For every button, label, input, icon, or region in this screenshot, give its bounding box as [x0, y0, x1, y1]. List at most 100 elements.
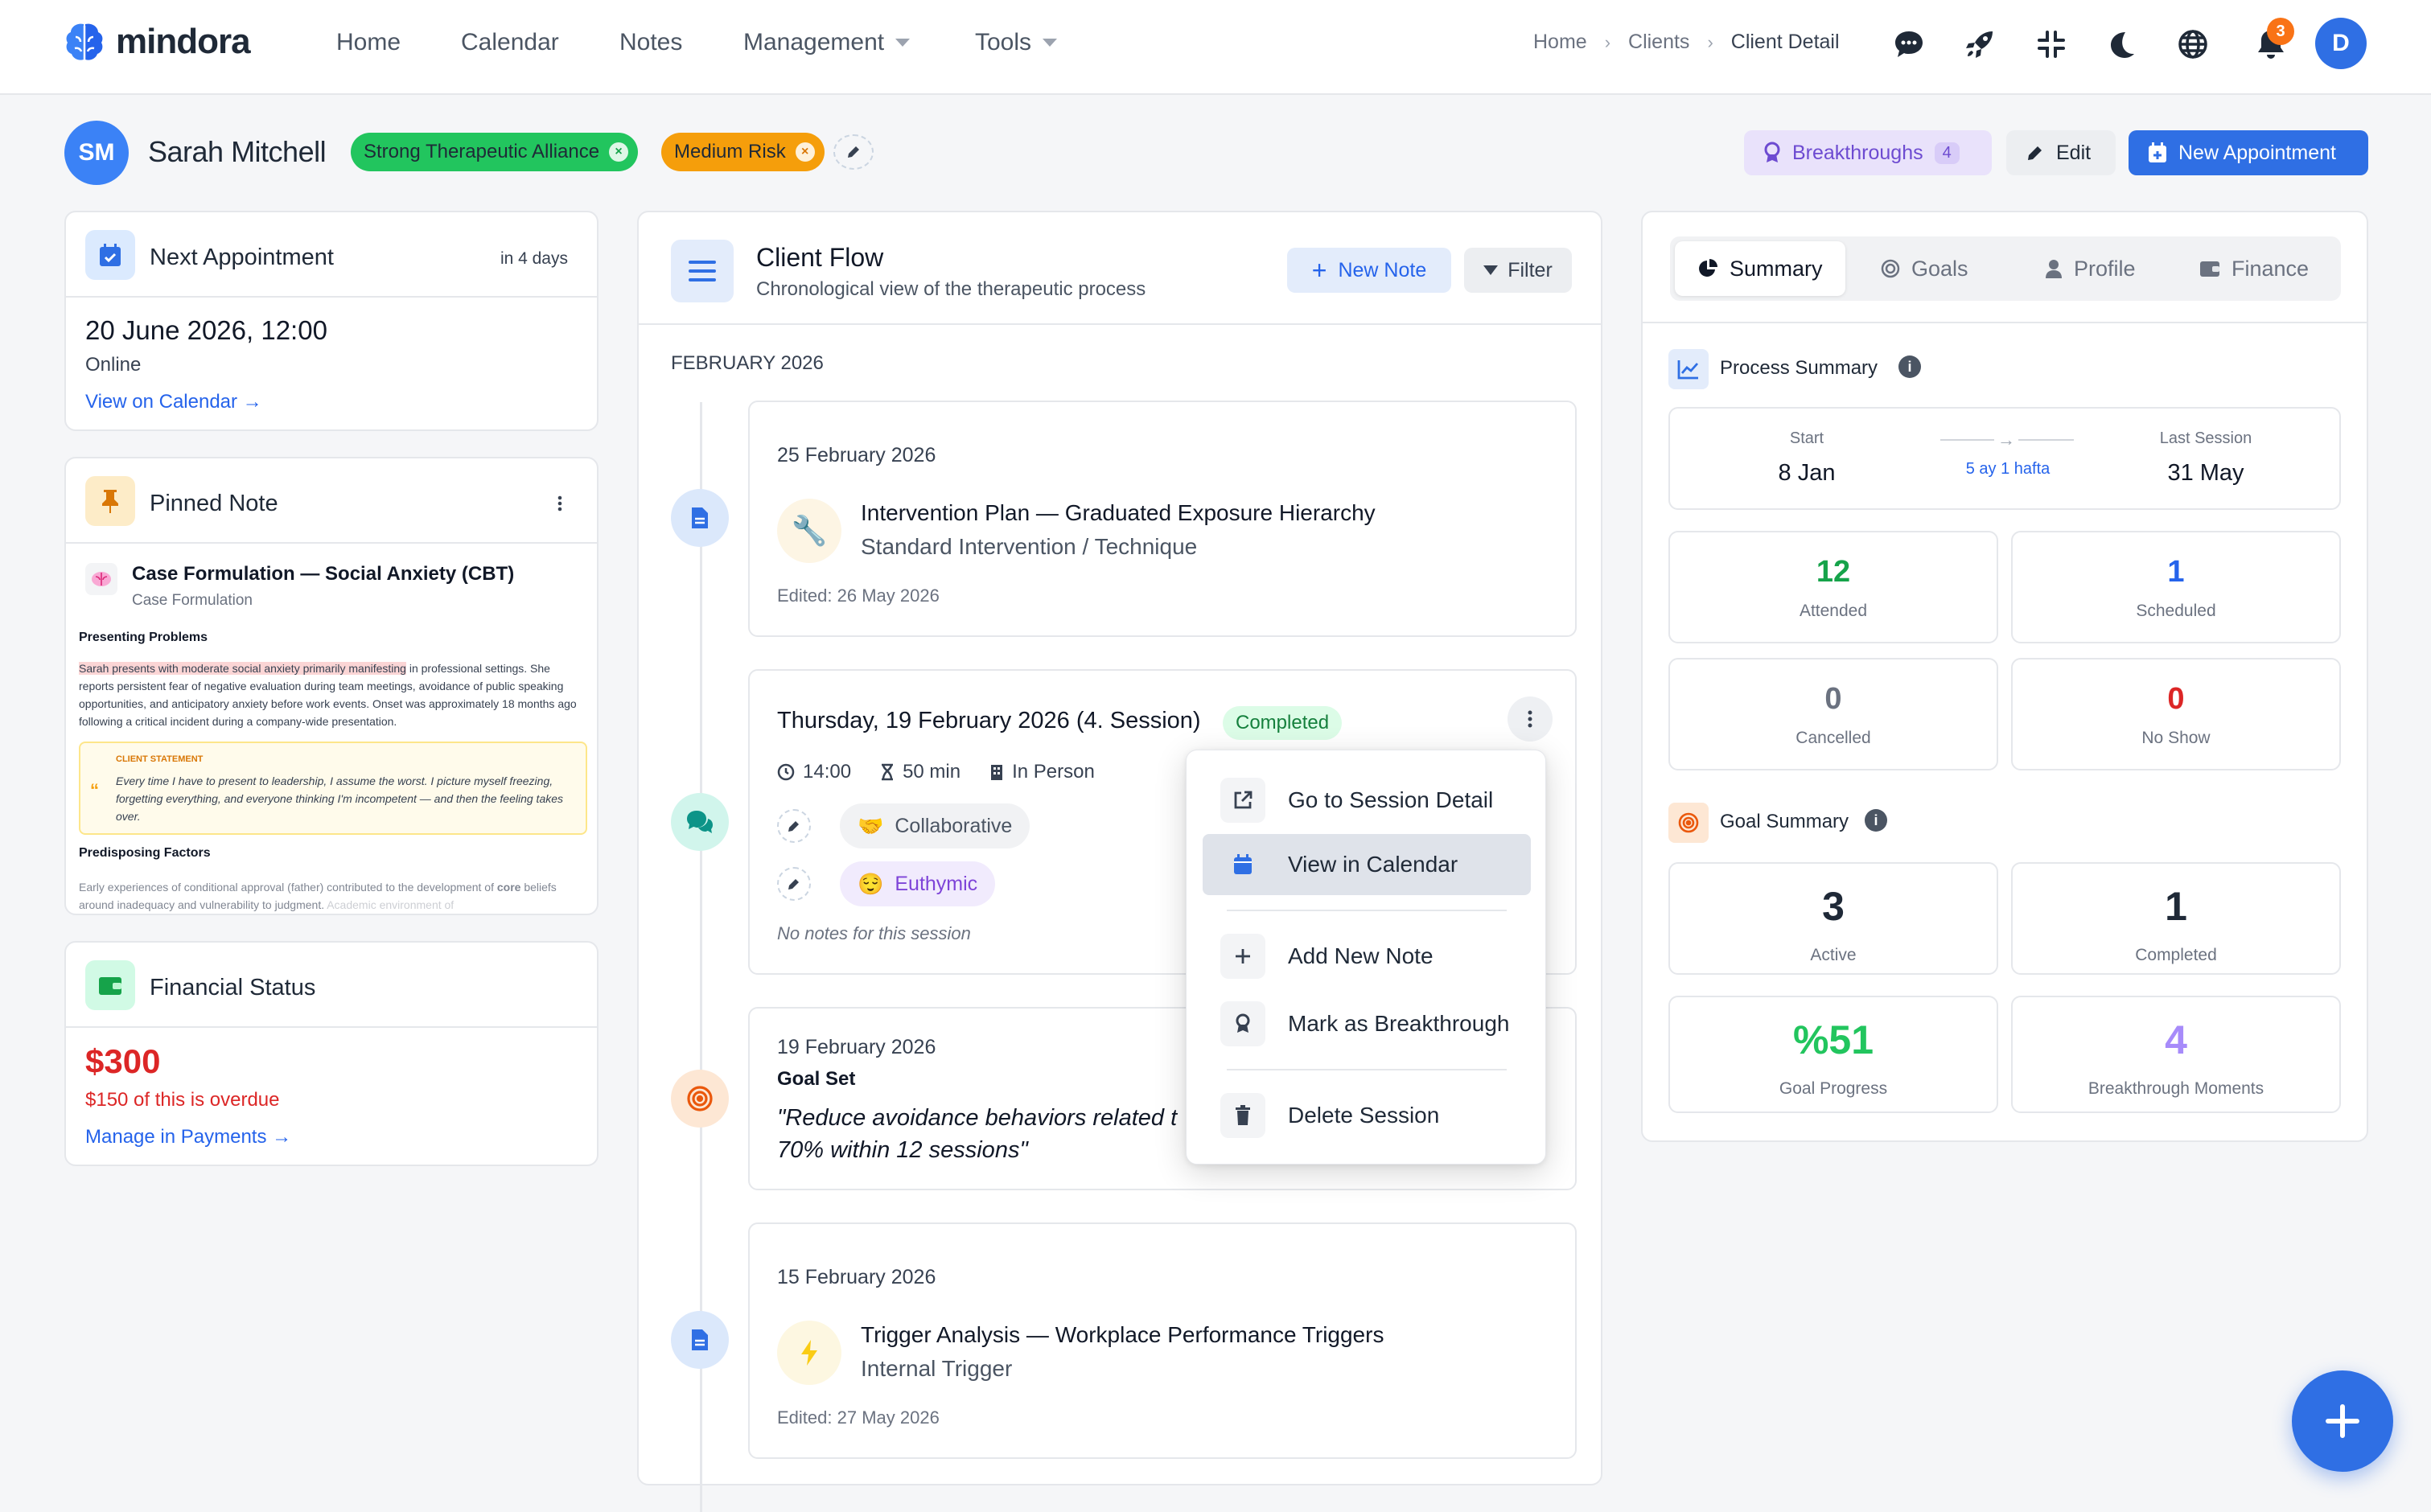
tag-risk[interactable]: Medium Risk × — [661, 133, 825, 171]
card-header — [66, 943, 597, 1028]
trash-icon — [1220, 1093, 1265, 1138]
alliance-pill: 🤝 Collaborative — [840, 803, 1030, 848]
pin-icon — [85, 476, 135, 526]
breakthroughs-button[interactable]: Breakthroughs 4 — [1744, 130, 1992, 175]
tab-summary[interactable]: Summary — [1675, 241, 1845, 296]
edit-mood-button[interactable] — [777, 867, 811, 901]
nav-notes[interactable]: Notes — [619, 29, 682, 56]
nav-calendar[interactable]: Calendar — [461, 29, 559, 56]
card-header — [66, 458, 597, 544]
stat-label: No Show — [2141, 729, 2211, 747]
stat-label: Scheduled — [2136, 602, 2216, 620]
goal-quote: "Reduce avoidance behaviors related t 70… — [777, 1102, 1177, 1166]
flow-item-date: 15 February 2026 — [777, 1266, 936, 1288]
stat-value: 1 — [2165, 884, 2187, 929]
client-flow-subtitle: Chronological view of the therapeutic pr… — [756, 278, 1146, 300]
external-link-icon — [1220, 778, 1265, 823]
edit-tags-button[interactable] — [833, 134, 874, 170]
close-icon[interactable]: × — [795, 142, 815, 162]
handshake-icon: 🤝 — [858, 813, 884, 838]
client-avatar: SM — [64, 121, 129, 185]
alliance-label: Collaborative — [895, 814, 1013, 837]
breadcrumb-current: Client Detail — [1730, 31, 1840, 53]
pinned-note-type: Case Formulation — [132, 592, 253, 609]
menu-item-label: Delete Session — [1288, 1103, 1440, 1128]
tag-label: Medium Risk — [674, 141, 786, 162]
nav-management-label: Management — [743, 29, 885, 55]
note-body-text: Early experiences of conditional approva… — [79, 881, 497, 894]
nav-home[interactable]: Home — [336, 29, 401, 56]
tag-label: Strong Therapeutic Alliance — [364, 141, 600, 162]
moon-icon[interactable] — [2103, 26, 2140, 63]
nav-tools[interactable]: Tools — [975, 29, 1058, 56]
new-appointment-button[interactable]: New Appointment — [2129, 130, 2368, 175]
stat-value: 12 — [1816, 555, 1851, 589]
goal-active: 3 Active — [1668, 862, 1998, 975]
more-vertical-icon[interactable] — [552, 494, 568, 513]
chat-icon[interactable] — [1890, 26, 1927, 63]
chevron-down-icon — [1043, 39, 1058, 47]
tab-profile[interactable]: Profile — [2022, 241, 2158, 296]
plus-icon — [2326, 1404, 2359, 1438]
client-flow-title: Client Flow — [756, 243, 884, 272]
edit-alliance-button[interactable] — [777, 809, 811, 843]
flow-item-subtitle: Internal Trigger — [861, 1356, 1013, 1381]
tab-label: Profile — [2074, 256, 2136, 281]
menu-item-go-to-session[interactable]: Go to Session Detail — [1203, 770, 1531, 831]
session-notes-empty: No notes for this session — [777, 923, 971, 943]
stat-label: Attended — [1799, 602, 1868, 620]
stat-label: Completed — [2135, 946, 2217, 964]
menu-divider — [1227, 910, 1507, 911]
note-body-text: Academic environment of — [327, 898, 455, 911]
flow-item-date: 19 February 2026 — [777, 1036, 936, 1058]
balance-amount: $300 — [85, 1042, 161, 1080]
info-icon[interactable]: i — [1898, 355, 1921, 378]
user-avatar[interactable]: D — [2315, 18, 2367, 69]
tab-goals[interactable]: Goals — [1858, 241, 1991, 296]
chevron-right-icon: › — [1604, 31, 1611, 52]
pencil-icon — [788, 879, 799, 890]
flow-item-intervention[interactable]: 25 February 2026 🔧 Intervention Plan — G… — [748, 401, 1577, 637]
breadcrumb-home[interactable]: Home — [1533, 31, 1587, 54]
stat-label: Goal Progress — [1779, 1079, 1888, 1098]
filter-button[interactable]: Filter — [1464, 248, 1572, 293]
stat-value: 4 — [2165, 1017, 2187, 1062]
document-icon — [671, 489, 729, 547]
floating-add-button[interactable] — [2292, 1370, 2393, 1472]
flow-item-trigger[interactable]: 15 February 2026 Trigger Analysis — Work… — [748, 1222, 1577, 1459]
breadcrumb: Home › Clients › Client Detail — [1533, 31, 1840, 54]
tag-therapeutic-alliance[interactable]: Strong Therapeutic Alliance × — [351, 133, 639, 171]
menu-item-add-note[interactable]: Add New Note — [1203, 926, 1531, 987]
target-icon — [1668, 803, 1709, 843]
menu-item-mark-breakthrough[interactable]: Mark as Breakthrough — [1203, 993, 1531, 1054]
tab-finance[interactable]: Finance — [2177, 241, 2331, 296]
menu-item-delete-session[interactable]: Delete Session — [1203, 1085, 1531, 1146]
new-note-button[interactable]: + New Note — [1287, 248, 1451, 293]
flow-item-edited: Edited: 27 May 2026 — [777, 1407, 940, 1428]
manage-payments-link[interactable]: Manage in Payments → — [85, 1126, 291, 1148]
stat-value: 0 — [2167, 682, 2185, 716]
user-icon — [2046, 260, 2062, 278]
globe-icon[interactable] — [2174, 26, 2211, 63]
edit-button[interactable]: Edit — [2006, 130, 2116, 175]
flow-item-title: Intervention Plan — Graduated Exposure H… — [861, 500, 1376, 525]
wallet-icon — [2200, 261, 2219, 277]
app-logo[interactable]: mindora — [64, 21, 251, 63]
plus-icon — [1220, 934, 1265, 979]
compress-icon[interactable] — [2033, 26, 2070, 63]
note-body-text: core — [496, 881, 521, 894]
breadcrumb-clients[interactable]: Clients — [1628, 31, 1689, 54]
nav-notes-label: Notes — [619, 29, 683, 55]
award-icon — [1220, 1001, 1265, 1046]
rocket-icon[interactable] — [1961, 26, 1998, 63]
edit-label: Edit — [2056, 141, 2092, 164]
nav-management[interactable]: Management — [743, 29, 911, 56]
close-icon[interactable]: × — [609, 142, 629, 162]
appointment-relative-time: in 4 days — [500, 249, 568, 268]
info-icon[interactable]: i — [1865, 809, 1887, 832]
menu-item-view-calendar[interactable]: View in Calendar — [1203, 834, 1531, 895]
view-on-calendar-link[interactable]: View on Calendar → — [85, 391, 262, 413]
session-menu-button[interactable] — [1508, 696, 1553, 742]
start-value: 8 Jan — [1778, 460, 1836, 486]
pie-chart-icon — [1699, 259, 1717, 277]
